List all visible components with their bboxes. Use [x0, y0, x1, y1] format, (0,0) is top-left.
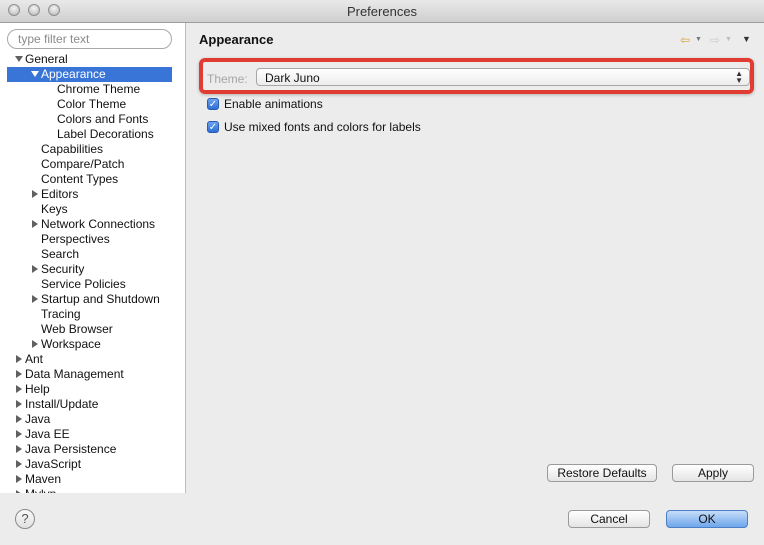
- tree-item-java-ee[interactable]: Java EE: [0, 427, 185, 442]
- tree-item-label: Java EE: [25, 427, 70, 441]
- tree-item-startup-and-shutdown[interactable]: Startup and Shutdown: [0, 292, 185, 307]
- back-dropdown-icon[interactable]: ▼: [695, 36, 702, 43]
- tree-item-install-update[interactable]: Install/Update: [0, 397, 185, 412]
- tree-item-label: Color Theme: [57, 97, 127, 111]
- apply-button[interactable]: Apply: [672, 464, 754, 482]
- tree-item-label: Chrome Theme: [57, 82, 141, 96]
- tree-item-label: Keys: [41, 202, 68, 216]
- tree-item-label: Web Browser: [41, 322, 113, 336]
- tree-item-label: Java Persistence: [25, 442, 117, 456]
- tree-item-editors[interactable]: Editors: [0, 187, 185, 202]
- tree-item-label: Ant: [25, 352, 44, 366]
- tree-item-colors-and-fonts[interactable]: Colors and Fonts: [0, 112, 185, 127]
- collapsed-twisty-icon[interactable]: [32, 220, 38, 228]
- preferences-tree: General Appearance Chrome Theme Color Theme…: [0, 52, 185, 493]
- tree-item-service-policies[interactable]: Service Policies: [0, 277, 185, 292]
- view-menu-icon[interactable]: ▼: [742, 34, 751, 44]
- tree-item-label: JavaScript: [25, 457, 82, 471]
- tree-item-label: Workspace: [41, 337, 101, 351]
- tree-item-label: Label Decorations: [57, 127, 154, 141]
- collapsed-twisty-icon[interactable]: [32, 265, 38, 273]
- tree-item-label: Data Management: [25, 367, 124, 381]
- tree-item-chrome-theme[interactable]: Chrome Theme: [0, 82, 185, 97]
- tree-item-mylyn[interactable]: Mylyn: [0, 487, 185, 493]
- tree-item-label: Capabilities: [41, 142, 104, 156]
- forward-dropdown-icon[interactable]: ▼: [725, 36, 732, 43]
- tree-item-workspace[interactable]: Workspace: [0, 337, 185, 352]
- enable-animations-checkbox[interactable]: ✓: [207, 98, 219, 110]
- tree-item-keys[interactable]: Keys: [0, 202, 185, 217]
- theme-highlight-annotation: [199, 58, 754, 94]
- window-title: Preferences: [346, 4, 418, 19]
- collapsed-twisty-icon[interactable]: [16, 415, 22, 423]
- tree-item-tracing[interactable]: Tracing: [0, 307, 185, 322]
- tree-item-label: Mylyn: [25, 487, 56, 493]
- back-icon[interactable]: ⇦: [680, 33, 690, 47]
- ok-button[interactable]: OK: [666, 510, 748, 528]
- collapsed-twisty-icon[interactable]: [16, 475, 22, 483]
- tree-item-label: Appearance: [41, 67, 106, 81]
- tree-item-data-management[interactable]: Data Management: [0, 367, 185, 382]
- page-title: Appearance: [199, 32, 274, 47]
- expanded-twisty-icon[interactable]: [31, 71, 39, 77]
- tree-item-maven[interactable]: Maven: [0, 472, 185, 487]
- tree-item-label: Security: [41, 262, 85, 276]
- collapsed-twisty-icon[interactable]: [16, 445, 22, 453]
- collapsed-twisty-icon[interactable]: [32, 190, 38, 198]
- cancel-button[interactable]: Cancel: [568, 510, 650, 528]
- tree-item-appearance[interactable]: Appearance: [7, 67, 172, 82]
- restore-defaults-button[interactable]: Restore Defaults: [547, 464, 657, 482]
- tree-item-label: General: [25, 52, 68, 66]
- tree-item-color-theme[interactable]: Color Theme: [0, 97, 185, 112]
- tree-item-label: Service Policies: [41, 277, 126, 291]
- tree-item-web-browser[interactable]: Web Browser: [0, 322, 185, 337]
- collapsed-twisty-icon[interactable]: [16, 490, 22, 493]
- tree-item-perspectives[interactable]: Perspectives: [0, 232, 185, 247]
- collapsed-twisty-icon[interactable]: [16, 370, 22, 378]
- tree-item-java-persistence[interactable]: Java Persistence: [0, 442, 185, 457]
- forward-icon[interactable]: ⇨: [710, 33, 720, 47]
- tree-item-general[interactable]: General: [0, 52, 185, 67]
- enable-animations-label: Enable animations: [224, 97, 323, 111]
- collapsed-twisty-icon[interactable]: [16, 400, 22, 408]
- tree-item-ant[interactable]: Ant: [0, 352, 185, 367]
- tree-item-network-connections[interactable]: Network Connections: [0, 217, 185, 232]
- collapsed-twisty-icon[interactable]: [32, 340, 38, 348]
- preferences-sidebar: GeneralAppearanceChrome ThemeColor Theme…: [0, 23, 186, 493]
- tree-item-security[interactable]: Security: [0, 262, 185, 277]
- filter-input[interactable]: [7, 29, 172, 49]
- expanded-twisty-icon[interactable]: [15, 56, 23, 62]
- tree-item-javascript[interactable]: JavaScript: [0, 457, 185, 472]
- collapsed-twisty-icon[interactable]: [16, 430, 22, 438]
- tree-item-label-decorations[interactable]: Label Decorations: [0, 127, 185, 142]
- tree-item-search[interactable]: Search: [0, 247, 185, 262]
- collapsed-twisty-icon[interactable]: [16, 385, 22, 393]
- title-bar: Preferences: [0, 0, 764, 23]
- collapsed-twisty-icon[interactable]: [16, 460, 22, 468]
- tree-item-label: Java: [25, 412, 51, 426]
- collapsed-twisty-icon[interactable]: [32, 295, 38, 303]
- tree-item-content-types[interactable]: Content Types: [0, 172, 185, 187]
- tree-item-label: Perspectives: [41, 232, 110, 246]
- tree-item-help[interactable]: Help: [0, 382, 185, 397]
- tree-item-label: Install/Update: [25, 397, 99, 411]
- mixed-fonts-checkbox[interactable]: ✓: [207, 121, 219, 133]
- tree-item-label: Content Types: [41, 172, 119, 186]
- tree-item-java[interactable]: Java: [0, 412, 185, 427]
- help-icon[interactable]: ?: [15, 509, 35, 529]
- tree-item-label: Network Connections: [41, 217, 156, 231]
- tree-item-label: Editors: [41, 187, 79, 201]
- tree-item-label: Startup and Shutdown: [41, 292, 160, 306]
- tree-item-label: Help: [25, 382, 50, 396]
- collapsed-twisty-icon[interactable]: [16, 355, 22, 363]
- tree-item-label: Colors and Fonts: [57, 112, 149, 126]
- mixed-fonts-label: Use mixed fonts and colors for labels: [224, 120, 421, 134]
- tree-item-label: Tracing: [41, 307, 81, 321]
- tree-item-capabilities[interactable]: Capabilities: [0, 142, 185, 157]
- tree-item-label: Maven: [25, 472, 62, 486]
- tree-item-label: Search: [41, 247, 80, 261]
- tree-item-compare-patch[interactable]: Compare/Patch: [0, 157, 185, 172]
- tree-item-label: Compare/Patch: [41, 157, 125, 171]
